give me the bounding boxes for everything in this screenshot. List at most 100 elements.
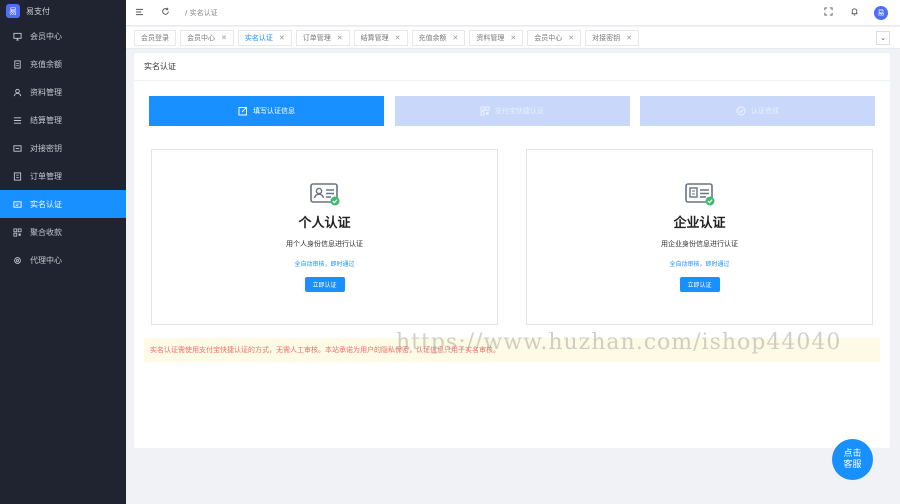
close-icon[interactable]: ✕ xyxy=(279,34,285,42)
tab-label: 会员中心 xyxy=(187,33,215,42)
sidebar-item-label: 充值余额 xyxy=(30,59,62,69)
sidebar-item-settlement[interactable]: 结算管理 xyxy=(0,106,126,134)
tab-label: 会员登录 xyxy=(141,33,169,42)
id-card-icon xyxy=(12,199,22,209)
company-desc: 用企业身份信息进行认证 xyxy=(661,240,738,248)
tab-member-center-2[interactable]: 会员中心 ✕ xyxy=(527,29,582,46)
verification-steps: 填写认证信息 支付宝快捷认证 认证完成 xyxy=(149,96,875,126)
top-header: / 实名认证 易 xyxy=(126,0,900,26)
sidebar-item-profile[interactable]: 资料管理 xyxy=(0,78,126,106)
tab-api-key[interactable]: 对接密钥 ✕ xyxy=(585,29,639,46)
customer-service-button[interactable]: 点击 客服 xyxy=(832,439,873,480)
refresh-icon xyxy=(161,7,170,18)
service-line-2: 客服 xyxy=(843,459,862,470)
document-icon xyxy=(12,59,22,69)
tab-profile[interactable]: 资料管理 ✕ xyxy=(469,29,524,46)
tab-label: 对接密钥 xyxy=(592,33,621,42)
sidebar-item-label: 代理中心 xyxy=(30,255,62,265)
header-actions: 易 xyxy=(822,5,900,20)
service-line-1: 点击 xyxy=(843,448,862,459)
user-icon xyxy=(12,87,22,97)
edit-icon xyxy=(238,106,248,116)
sidebar-item-label: 会员中心 xyxy=(30,31,62,41)
step-label: 认证完成 xyxy=(751,107,779,115)
tab-label: 充值余额 xyxy=(418,33,447,42)
tab-orders[interactable]: 订单管理 ✕ xyxy=(295,29,350,46)
tab-label: 资料管理 xyxy=(476,33,505,42)
chevron-down-icon: ⌄ xyxy=(880,34,886,42)
check-circle-icon xyxy=(736,106,746,116)
brand-logo: 易 xyxy=(6,4,20,18)
tab-bar: 会员登录 会员中心 ✕ 实名认证 ✕ 订单管理 ✕ 结算管理 ✕ 充值余额 ✕ 资料管理 ✕… xyxy=(126,27,900,49)
qrcode-icon xyxy=(480,106,490,116)
close-icon[interactable]: ✕ xyxy=(395,34,401,42)
sidebar: 易 易支付 会员中心 充值余额 资料管理 结算管理 对接密钥 订单管理 实名认证… xyxy=(0,0,126,504)
tab-member-center[interactable]: 会员中心 ✕ xyxy=(180,29,234,46)
brand-name: 易支付 xyxy=(26,6,50,16)
tab-label: 实名认证 xyxy=(244,33,273,42)
sidebar-item-label: 实名认证 xyxy=(30,199,62,209)
sidebar-item-verification[interactable]: 实名认证 xyxy=(0,190,126,218)
list-icon xyxy=(12,115,22,125)
refresh-button[interactable] xyxy=(159,7,171,19)
company-verification-panel: 企业认证 用企业身份信息进行认证 全自动审核，即时通过 立即认证 xyxy=(526,149,873,325)
close-icon[interactable]: ✕ xyxy=(568,34,574,42)
step-label: 支付宝快捷认证 xyxy=(495,107,544,115)
sidebar-item-orders[interactable]: 订单管理 xyxy=(0,162,126,190)
avatar[interactable]: 易 xyxy=(874,5,888,20)
menu-icon xyxy=(135,8,144,18)
sidebar-item-recharge[interactable]: 充值余额 xyxy=(0,50,126,78)
page-title: 实名认证 xyxy=(134,53,890,81)
step-complete: 认证完成 xyxy=(640,96,875,126)
tab-member-login[interactable]: 会员登录 xyxy=(134,29,176,46)
close-icon[interactable]: ✕ xyxy=(626,34,632,42)
close-icon[interactable]: ✕ xyxy=(453,34,459,42)
breadcrumb: / 实名认证 xyxy=(185,8,218,17)
id-card-icon xyxy=(309,182,340,208)
bell-icon xyxy=(850,7,859,18)
brand[interactable]: 易 易支付 xyxy=(0,0,126,22)
personal-desc: 用个人身份信息进行认证 xyxy=(286,240,363,248)
sidebar-nav: 会员中心 充值余额 资料管理 结算管理 对接密钥 订单管理 实名认证 聚合收款 xyxy=(0,22,126,274)
personal-title: 个人认证 xyxy=(298,216,351,231)
tab-label: 会员中心 xyxy=(534,33,563,42)
sidebar-item-label: 对接密钥 xyxy=(30,143,62,153)
sidebar-item-aggregate-pay[interactable]: 聚合收款 xyxy=(0,218,126,246)
fullscreen-icon xyxy=(823,7,833,18)
sidebar-item-member-center[interactable]: 会员中心 xyxy=(0,22,126,50)
sidebar-item-label: 结算管理 xyxy=(30,115,62,125)
tab-settlement[interactable]: 结算管理 ✕ xyxy=(353,29,408,46)
close-icon[interactable]: ✕ xyxy=(221,34,227,42)
company-tag: 全自动审核，即时通过 xyxy=(669,261,730,268)
monitor-icon xyxy=(12,31,22,41)
tab-verification[interactable]: 实名认证 ✕ xyxy=(237,29,292,46)
fullscreen-button[interactable] xyxy=(822,7,834,19)
notification-button[interactable] xyxy=(848,7,860,19)
key-icon xyxy=(12,143,22,153)
tab-label: 订单管理 xyxy=(302,33,331,42)
tab-label: 结算管理 xyxy=(360,33,389,42)
sidebar-item-label: 聚合收款 xyxy=(30,227,62,237)
sidebar-item-label: 订单管理 xyxy=(30,171,62,181)
watermark-text: https://www.huzhan.com/ishop44040 xyxy=(396,330,842,355)
gear-icon xyxy=(12,255,22,265)
menu-toggle-button[interactable] xyxy=(133,7,145,19)
sidebar-item-label: 资料管理 xyxy=(30,87,62,97)
company-verify-button[interactable]: 立即认证 xyxy=(679,277,720,292)
tab-more-button[interactable]: ⌄ xyxy=(876,31,890,45)
close-icon[interactable]: ✕ xyxy=(337,34,343,42)
step-fill-info: 填写认证信息 xyxy=(149,96,384,126)
sidebar-item-api-key[interactable]: 对接密钥 xyxy=(0,134,126,162)
company-card-icon xyxy=(684,182,715,208)
verification-card: 实名认证 填写认证信息 支付宝快捷认证 认证完成 个人认证 用个人身份信息进行认… xyxy=(134,53,890,448)
personal-verify-button[interactable]: 立即认证 xyxy=(304,277,345,292)
personal-verification-panel: 个人认证 用个人身份信息进行认证 全自动审核，即时通过 立即认证 xyxy=(151,149,498,325)
qrcode-icon xyxy=(12,227,22,237)
sidebar-item-agent[interactable]: 代理中心 xyxy=(0,246,126,274)
order-icon xyxy=(12,171,22,181)
tab-recharge[interactable]: 充值余额 ✕ xyxy=(411,29,466,46)
step-alipay-verify: 支付宝快捷认证 xyxy=(394,96,630,126)
personal-tag: 全自动审核，即时通过 xyxy=(294,261,355,268)
close-icon[interactable]: ✕ xyxy=(510,34,516,42)
step-label: 填写认证信息 xyxy=(253,107,295,115)
